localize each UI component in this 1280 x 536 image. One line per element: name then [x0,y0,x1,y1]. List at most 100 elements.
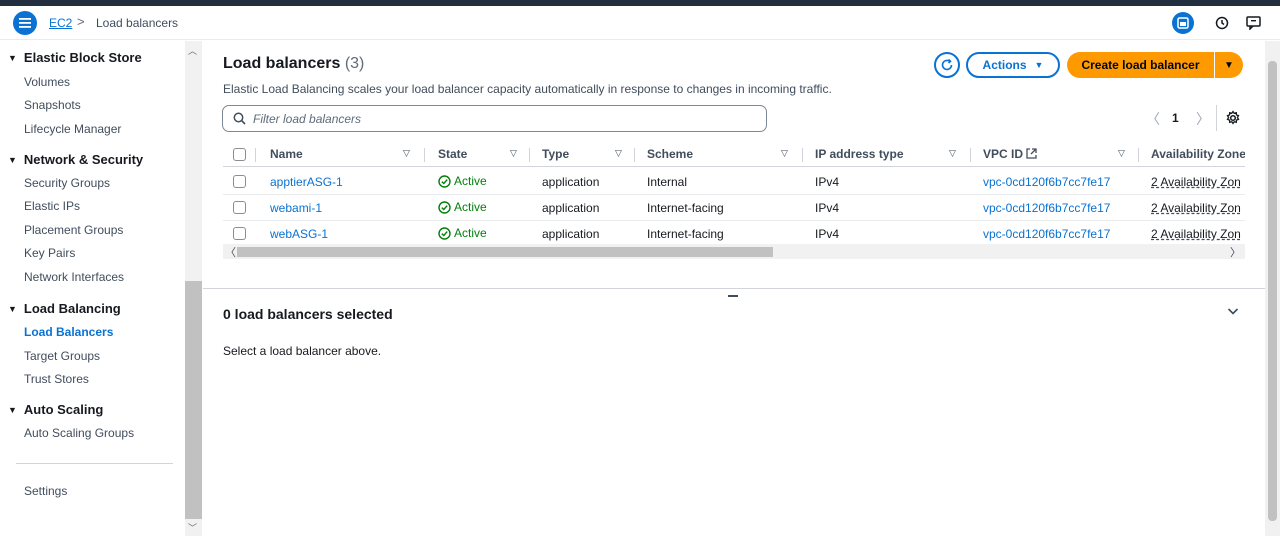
actions-label: Actions [982,58,1027,72]
hamburger-icon [19,18,31,28]
sidebar-scrollbar[interactable]: ︿ ﹀ [185,41,202,536]
status-text: Active [454,226,487,240]
chevron-down-icon[interactable] [1225,303,1241,319]
vpc-id-link[interactable]: vpc-0cd120f6b7cc7fe17 [983,175,1110,189]
sidebar-item-security-groups[interactable]: Security Groups [24,176,110,190]
refresh-button[interactable] [934,52,960,78]
column-divider[interactable] [802,148,803,162]
column-header-scheme[interactable]: Scheme [647,147,693,161]
previous-page-icon[interactable]: 〈 [1146,109,1160,129]
column-divider[interactable] [529,148,530,162]
create-dropdown-button[interactable]: ▼ [1215,52,1243,78]
caret-down-icon: ▼ [8,405,17,415]
type-cell: application [542,175,600,189]
scroll-up-icon[interactable]: ︿ [188,44,197,57]
resize-handle[interactable] [728,295,738,297]
sidebar-item-volumes[interactable]: Volumes [24,75,70,89]
table-header: Name ▽ State ▽ Type ▽ Scheme ▽ IP addres… [223,143,1245,167]
sidebar-item-snapshots[interactable]: Snapshots [24,98,81,112]
actions-button[interactable]: Actions ▼ [966,52,1060,78]
load-balancer-name-link[interactable]: apptierASG-1 [270,175,343,189]
vpc-id-link[interactable]: vpc-0cd120f6b7cc7fe17 [983,201,1110,215]
column-header-type[interactable]: Type [542,147,569,161]
breadcrumb-current: Load balancers [96,16,179,30]
vpc-id-link[interactable]: vpc-0cd120f6b7cc7fe17 [983,227,1110,241]
select-all-checkbox[interactable] [233,148,246,161]
menu-button[interactable] [13,11,37,35]
scroll-left-icon[interactable]: 〈 [225,244,236,260]
sidebar-section-label: Auto Scaling [23,402,104,417]
sidebar-section-load-balancing[interactable]: ▼ Load Balancing [8,301,121,316]
page-number[interactable]: 1 [1172,111,1179,125]
vpc-id-label: VPC ID [983,147,1024,161]
column-divider[interactable] [1138,148,1139,162]
page-scroll-thumb[interactable] [1268,61,1277,521]
sidebar-item-placement-groups[interactable]: Placement Groups [24,223,123,237]
sort-icon[interactable]: ▽ [615,148,622,159]
split-panel-divider [203,288,1265,289]
sort-icon[interactable]: ▽ [949,148,956,159]
column-header-state[interactable]: State [438,147,467,161]
table-row[interactable]: webASG-1 Active application Internet-fac… [223,221,1245,243]
ip-address-type-cell: IPv4 [815,175,840,189]
sidebar-section-label: Load Balancing [23,301,121,316]
status-text: Active [454,200,487,214]
sidebar-item-target-groups[interactable]: Target Groups [24,349,100,363]
sort-icon[interactable]: ▽ [510,148,517,159]
sort-icon[interactable]: ▽ [781,148,788,159]
sidebar-divider [16,463,173,464]
row-checkbox[interactable] [233,227,246,240]
sort-icon[interactable]: ▽ [403,148,410,159]
column-header-availability-zone[interactable]: Availability Zone [1151,147,1245,161]
ip-address-type-cell: IPv4 [815,201,840,215]
column-divider[interactable] [424,148,425,162]
details-title: 0 load balancers selected [223,306,393,322]
sidebar-item-auto-scaling-groups[interactable]: Auto Scaling Groups [24,426,134,440]
sidebar-section-auto-scaling[interactable]: ▼ Auto Scaling [8,402,103,417]
next-page-icon[interactable]: 〉 [1196,109,1210,129]
sidebar-item-trust-stores[interactable]: Trust Stores [24,372,89,386]
row-checkbox[interactable] [233,201,246,214]
sidebar-section-network-security[interactable]: ▼ Network & Security [8,152,143,167]
sidebar-item-lifecycle-manager[interactable]: Lifecycle Manager [24,122,121,136]
sidebar-item-settings[interactable]: Settings [24,484,67,498]
load-balancer-name-link[interactable]: webASG-1 [270,227,328,241]
sort-icon[interactable]: ▽ [1118,148,1125,159]
column-header-name[interactable]: Name [270,147,303,161]
availability-zone-cell[interactable]: 2 Availability Zon [1151,227,1241,241]
column-header-vpc-id[interactable]: VPC ID [983,147,1038,161]
table-row[interactable]: webami-1 Active application Internet-fac… [223,195,1245,221]
feedback-button[interactable] [1242,12,1264,34]
scroll-down-icon[interactable]: ﹀ [188,521,197,534]
sidebar-item-network-interfaces[interactable]: Network Interfaces [24,270,124,284]
load-balancer-count: (3) [344,55,365,72]
filter-field[interactable] [222,105,767,132]
column-divider[interactable] [634,148,635,162]
filter-input[interactable] [253,110,753,127]
info-panel-button[interactable] [1172,12,1194,34]
table-row[interactable]: apptierASG-1 Active application Internal… [223,169,1245,195]
row-checkbox[interactable] [233,175,246,188]
load-balancer-name-link[interactable]: webami-1 [270,201,322,215]
sidebar-item-elastic-ips[interactable]: Elastic IPs [24,199,80,213]
sidebar-item-key-pairs[interactable]: Key Pairs [24,246,75,260]
sidebar-scroll-thumb[interactable] [185,281,202,519]
availability-zone-cell[interactable]: 2 Availability Zon [1151,175,1241,189]
breadcrumb-ec2-link[interactable]: EC2 [49,16,72,30]
sidebar-section-elastic-block-store[interactable]: ▼ Elastic Block Store [8,50,142,65]
pager-divider [1216,105,1217,131]
details-empty-text: Select a load balancer above. [223,344,382,358]
scroll-right-icon[interactable]: 〉 [1230,244,1241,260]
scheme-cell: Internet-facing [647,227,724,241]
notifications-button[interactable] [1211,12,1233,34]
create-load-balancer-button[interactable]: Create load balancer [1067,52,1214,78]
availability-zone-cell[interactable]: 2 Availability Zon [1151,201,1241,215]
column-divider[interactable] [970,148,971,162]
page-scrollbar[interactable] [1265,41,1280,536]
table-horizontal-scrollbar[interactable]: 〈 〉 [223,244,1245,259]
sidebar-item-load-balancers[interactable]: Load Balancers [24,325,113,339]
column-header-ip-address-type[interactable]: IP address type [815,147,904,161]
horizontal-scroll-thumb[interactable] [237,247,773,257]
sidebar: ▼ Elastic Block Store Volumes Snapshots L… [0,41,202,536]
gear-icon[interactable] [1225,110,1241,126]
